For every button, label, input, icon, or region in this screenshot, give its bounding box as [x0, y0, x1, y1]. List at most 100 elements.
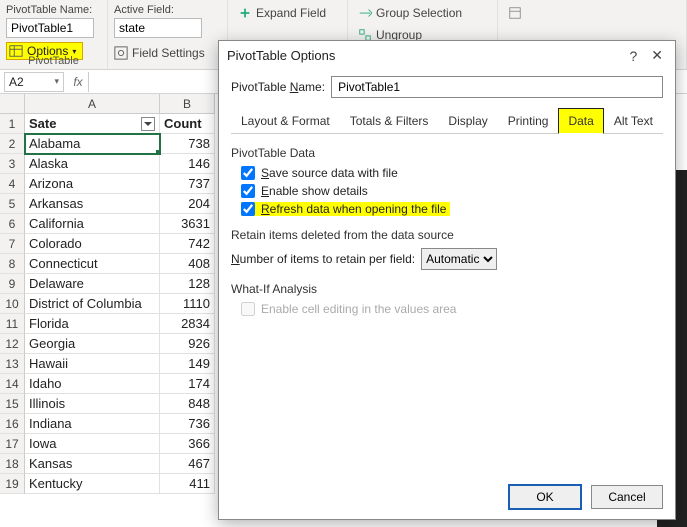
chk-whatif: [241, 302, 255, 316]
row-header[interactable]: 15: [0, 394, 25, 414]
row-header[interactable]: 13: [0, 354, 25, 374]
row-header[interactable]: 8: [0, 254, 25, 274]
col-header-a[interactable]: A: [25, 94, 160, 114]
pivottable-options-dialog: PivotTable Options ? ✕ PivotTable Name: …: [218, 40, 676, 520]
cell-state[interactable]: Kentucky: [25, 474, 160, 494]
cell-state[interactable]: Idaho: [25, 374, 160, 394]
tab-printing[interactable]: Printing: [498, 108, 559, 134]
row-header[interactable]: 17: [0, 434, 25, 454]
cell-count[interactable]: 738: [160, 134, 215, 154]
pt-header-state[interactable]: Sate: [25, 114, 160, 134]
cell-count[interactable]: 149: [160, 354, 215, 374]
tab-totals[interactable]: Totals & Filters: [340, 108, 439, 134]
row-header[interactable]: 5: [0, 194, 25, 214]
cell-state[interactable]: Alabama: [25, 134, 160, 154]
retain-select[interactable]: Automatic: [421, 248, 497, 270]
cell-state[interactable]: Alaska: [25, 154, 160, 174]
cell-count[interactable]: 174: [160, 374, 215, 394]
slicer-button[interactable]: [508, 6, 676, 20]
row-header[interactable]: 16: [0, 414, 25, 434]
cell-state[interactable]: California: [25, 214, 160, 234]
retain-label: Number of items to retain per field:: [231, 252, 415, 266]
cell-state[interactable]: Illinois: [25, 394, 160, 414]
dialog-tabs: Layout & Format Totals & Filters Display…: [231, 108, 663, 134]
dialog-title: PivotTable Options: [227, 48, 335, 63]
cell-state[interactable]: Florida: [25, 314, 160, 334]
expand-field-button[interactable]: Expand Field: [238, 6, 337, 20]
group-icon: [358, 6, 372, 20]
cell-count[interactable]: 2834: [160, 314, 215, 334]
row-header[interactable]: 7: [0, 234, 25, 254]
row-header[interactable]: 10: [0, 294, 25, 314]
cell-count[interactable]: 742: [160, 234, 215, 254]
ok-button[interactable]: OK: [509, 485, 581, 509]
cell-count[interactable]: 736: [160, 414, 215, 434]
cell-count[interactable]: 1110: [160, 294, 215, 314]
cell-state[interactable]: Arizona: [25, 174, 160, 194]
field-settings-icon: [114, 46, 128, 60]
row-header[interactable]: 6: [0, 214, 25, 234]
cell-state[interactable]: Kansas: [25, 454, 160, 474]
cell-state[interactable]: Colorado: [25, 234, 160, 254]
cell-count[interactable]: 411: [160, 474, 215, 494]
row-header[interactable]: 18: [0, 454, 25, 474]
cancel-button[interactable]: Cancel: [591, 485, 663, 509]
row-header[interactable]: 9: [0, 274, 25, 294]
row-header[interactable]: 2: [0, 134, 25, 154]
help-button[interactable]: ?: [629, 48, 637, 64]
filter-dropdown-icon[interactable]: [141, 117, 155, 131]
cell-state[interactable]: Delaware: [25, 274, 160, 294]
row-header[interactable]: 4: [0, 174, 25, 194]
name-box[interactable]: A2▾: [4, 72, 64, 92]
row-header[interactable]: 14: [0, 374, 25, 394]
cell-count[interactable]: 467: [160, 454, 215, 474]
chk-refresh-open-label: Refresh data when opening the file: [261, 202, 446, 216]
tab-data[interactable]: Data: [558, 108, 603, 134]
close-button[interactable]: ✕: [647, 47, 667, 64]
cell-count[interactable]: 737: [160, 174, 215, 194]
row-header[interactable]: 19: [0, 474, 25, 494]
active-field-input[interactable]: [114, 18, 202, 38]
cell-count[interactable]: 128: [160, 274, 215, 294]
section-whatif: What-If Analysis: [231, 282, 663, 296]
select-all-corner[interactable]: [0, 94, 25, 114]
row-header[interactable]: 3: [0, 154, 25, 174]
section-retain: Retain items deleted from the data sourc…: [231, 228, 663, 242]
cell-count[interactable]: 204: [160, 194, 215, 214]
pivot-name-input[interactable]: [6, 18, 94, 38]
dialog-name-input[interactable]: [331, 76, 663, 98]
cell-state[interactable]: Hawaii: [25, 354, 160, 374]
row-header[interactable]: 12: [0, 334, 25, 354]
expand-icon: [238, 6, 252, 20]
cell-count[interactable]: 408: [160, 254, 215, 274]
cell-state[interactable]: Georgia: [25, 334, 160, 354]
cell-state[interactable]: Iowa: [25, 434, 160, 454]
tab-alttext[interactable]: Alt Text: [604, 108, 663, 134]
cell-state[interactable]: Indiana: [25, 414, 160, 434]
group-selection-button[interactable]: Group Selection: [358, 6, 487, 20]
chk-show-details[interactable]: [241, 184, 255, 198]
dialog-name-label: PivotTable Name:: [231, 80, 325, 94]
chk-save-source[interactable]: [241, 166, 255, 180]
chk-show-details-label: Enable show details: [261, 184, 368, 198]
tab-layout[interactable]: Layout & Format: [231, 108, 340, 134]
cell-count[interactable]: 3631: [160, 214, 215, 234]
field-settings-button[interactable]: Field Settings: [114, 46, 221, 60]
pt-header-count[interactable]: Count: [160, 114, 215, 134]
cell-state[interactable]: Arkansas: [25, 194, 160, 214]
col-header-b[interactable]: B: [160, 94, 215, 114]
tab-display[interactable]: Display: [438, 108, 497, 134]
chk-refresh-open[interactable]: [241, 202, 255, 216]
cell-count[interactable]: 926: [160, 334, 215, 354]
row-header[interactable]: 11: [0, 314, 25, 334]
active-field-label: Active Field:: [114, 4, 221, 16]
cell-state[interactable]: Connecticut: [25, 254, 160, 274]
cell-count[interactable]: 366: [160, 434, 215, 454]
fx-button[interactable]: fx: [68, 75, 88, 89]
row-header[interactable]: 1: [0, 114, 25, 134]
cell-count[interactable]: 848: [160, 394, 215, 414]
cell-state[interactable]: District of Columbia: [25, 294, 160, 314]
cell-count[interactable]: 146: [160, 154, 215, 174]
slicer-icon: [508, 6, 522, 20]
chk-whatif-label: Enable cell editing in the values area: [261, 302, 456, 316]
